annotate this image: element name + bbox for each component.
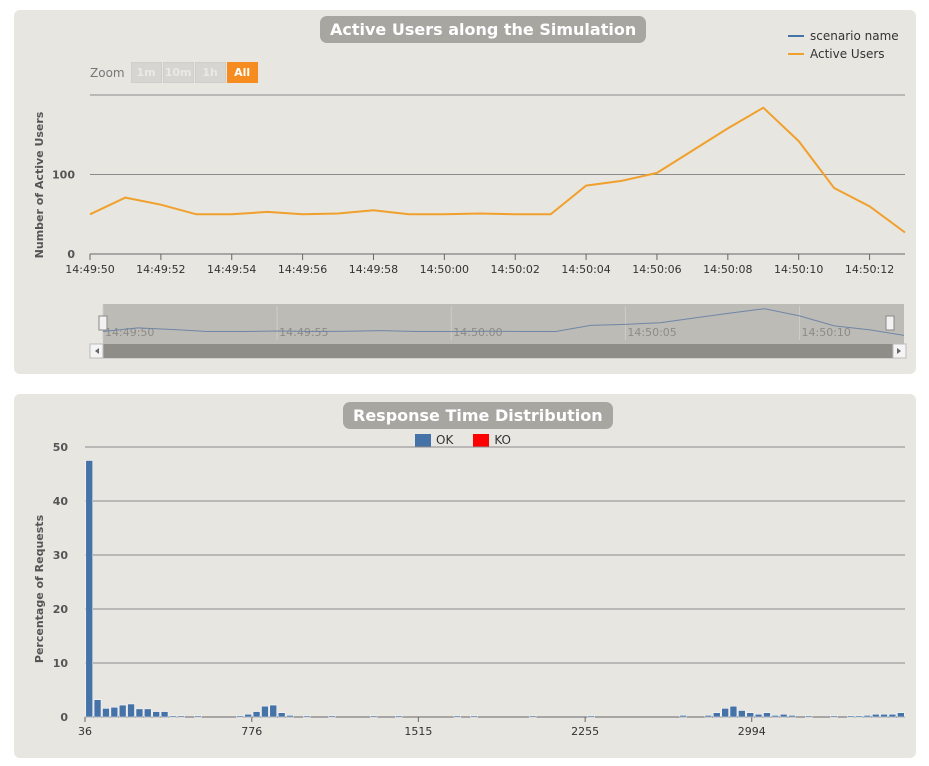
ok-bar: [395, 715, 403, 718]
ok-bar: [863, 715, 872, 718]
navigator[interactable]: 14:49:50 14:49:55 14:50:00 14:50:05 14:50:10: [89, 304, 907, 359]
x-tick-label: 2255: [571, 725, 599, 738]
active-users-panel: Active Users along the Simulation Zoom 1…: [14, 10, 916, 374]
active-users-chart: Number of Active Users 0 100 14:49:50 14:4…: [33, 94, 907, 359]
y-tick-label: 50: [53, 441, 69, 454]
ok-bar: [261, 705, 269, 718]
y-tick-label: 10: [53, 657, 69, 670]
x-tick-label: 14:49:54: [207, 263, 256, 276]
ok-bar: [286, 715, 294, 718]
ok-bar: [721, 708, 729, 718]
ok-bar: [328, 715, 336, 718]
navigator-left-handle[interactable]: [98, 315, 108, 331]
ok-bar: [277, 712, 286, 718]
ok-bar: [244, 714, 252, 718]
ok-bar: [144, 708, 152, 718]
response-time-chart: Percentage of Requests 0 10 20 30 40 50 36 776…: [33, 441, 905, 738]
response-time-panel: Response Time Distribution OK KO Percent…: [14, 394, 916, 758]
y-axis-label: Percentage of Requests: [33, 514, 46, 663]
x-tick-label: 14:50:08: [703, 263, 752, 276]
ok-bar: [754, 714, 763, 718]
y-tick-label: 40: [53, 495, 69, 508]
ok-bar: [830, 715, 838, 718]
y-tick-label: 0: [67, 248, 75, 261]
ok-bar: [679, 715, 687, 718]
x-tick-label: 14:50:10: [774, 263, 823, 276]
x-tick-label: 14:50:12: [845, 263, 894, 276]
ok-bar: [855, 715, 863, 718]
y-axis-label: Number of Active Users: [33, 111, 46, 258]
ok-bar: [897, 712, 905, 718]
ok-bar: [169, 715, 177, 718]
ok-bar: [85, 460, 93, 718]
ok-bar: [118, 704, 127, 718]
ok-bar: [102, 708, 110, 718]
ok-bar: [152, 711, 160, 718]
ok-bar: [788, 715, 796, 718]
x-tick-label: 14:49:58: [349, 263, 398, 276]
navigator-tick-label: 14:49:55: [279, 326, 328, 339]
ok-bar: [587, 715, 595, 718]
ok-bar: [236, 715, 244, 718]
ok-bar: [160, 711, 169, 718]
ok-bar: [252, 711, 261, 718]
x-tick-label: 14:50:06: [632, 263, 681, 276]
ok-bar: [194, 715, 202, 718]
ok-bar: [177, 715, 185, 718]
navigator-background: [103, 304, 904, 344]
x-tick-label: 14:50:04: [561, 263, 610, 276]
x-tick-label: 1515: [404, 725, 432, 738]
ok-bar: [453, 715, 462, 718]
navigator-right-handle[interactable]: [885, 315, 895, 331]
ok-bar: [872, 714, 880, 718]
x-tick-label: 2994: [738, 725, 766, 738]
ok-bar: [763, 712, 771, 718]
ok-bar: [880, 714, 888, 718]
ok-bar: [110, 707, 119, 718]
ok-bar: [470, 715, 478, 718]
x-tick-label: 776: [241, 725, 262, 738]
ok-bar: [729, 705, 738, 718]
x-tick-label: 36: [78, 725, 92, 738]
x-tick-label: 14:50:00: [420, 263, 469, 276]
ok-bar: [528, 715, 537, 718]
x-tick-label: 14:50:02: [491, 263, 540, 276]
ok-bar: [369, 715, 378, 718]
ok-bar: [805, 715, 813, 718]
ok-bar: [779, 714, 788, 718]
x-tick-label: 14:49:50: [65, 263, 114, 276]
ok-bar: [713, 712, 721, 718]
navigator-tick-label: 14:50:10: [802, 326, 851, 339]
x-tick-label: 14:49:56: [278, 263, 327, 276]
y-tick-label: 0: [60, 711, 68, 724]
navigator-tick-label: 14:50:05: [627, 326, 676, 339]
scrollbar-thumb[interactable]: [103, 344, 904, 358]
y-tick-label: 30: [53, 549, 69, 562]
ok-bar: [846, 715, 855, 718]
ok-bar: [738, 710, 746, 718]
active-users-series-line: [89, 106, 906, 234]
x-tick-label: 14:49:52: [136, 263, 185, 276]
ok-bar: [269, 704, 277, 718]
ok-bar: [303, 715, 311, 718]
ok-bar: [704, 715, 713, 718]
ok-bar: [127, 703, 135, 718]
ok-bar: [135, 708, 144, 718]
y-tick-label: 20: [53, 603, 69, 616]
ok-bar: [746, 712, 754, 718]
navigator-tick-label: 14:50:00: [453, 326, 502, 339]
ok-bar: [93, 699, 102, 718]
navigator-scrollbar[interactable]: [89, 343, 907, 359]
ok-bar: [888, 714, 897, 718]
y-tick-label: 100: [52, 169, 75, 182]
ok-bar: [771, 715, 780, 718]
